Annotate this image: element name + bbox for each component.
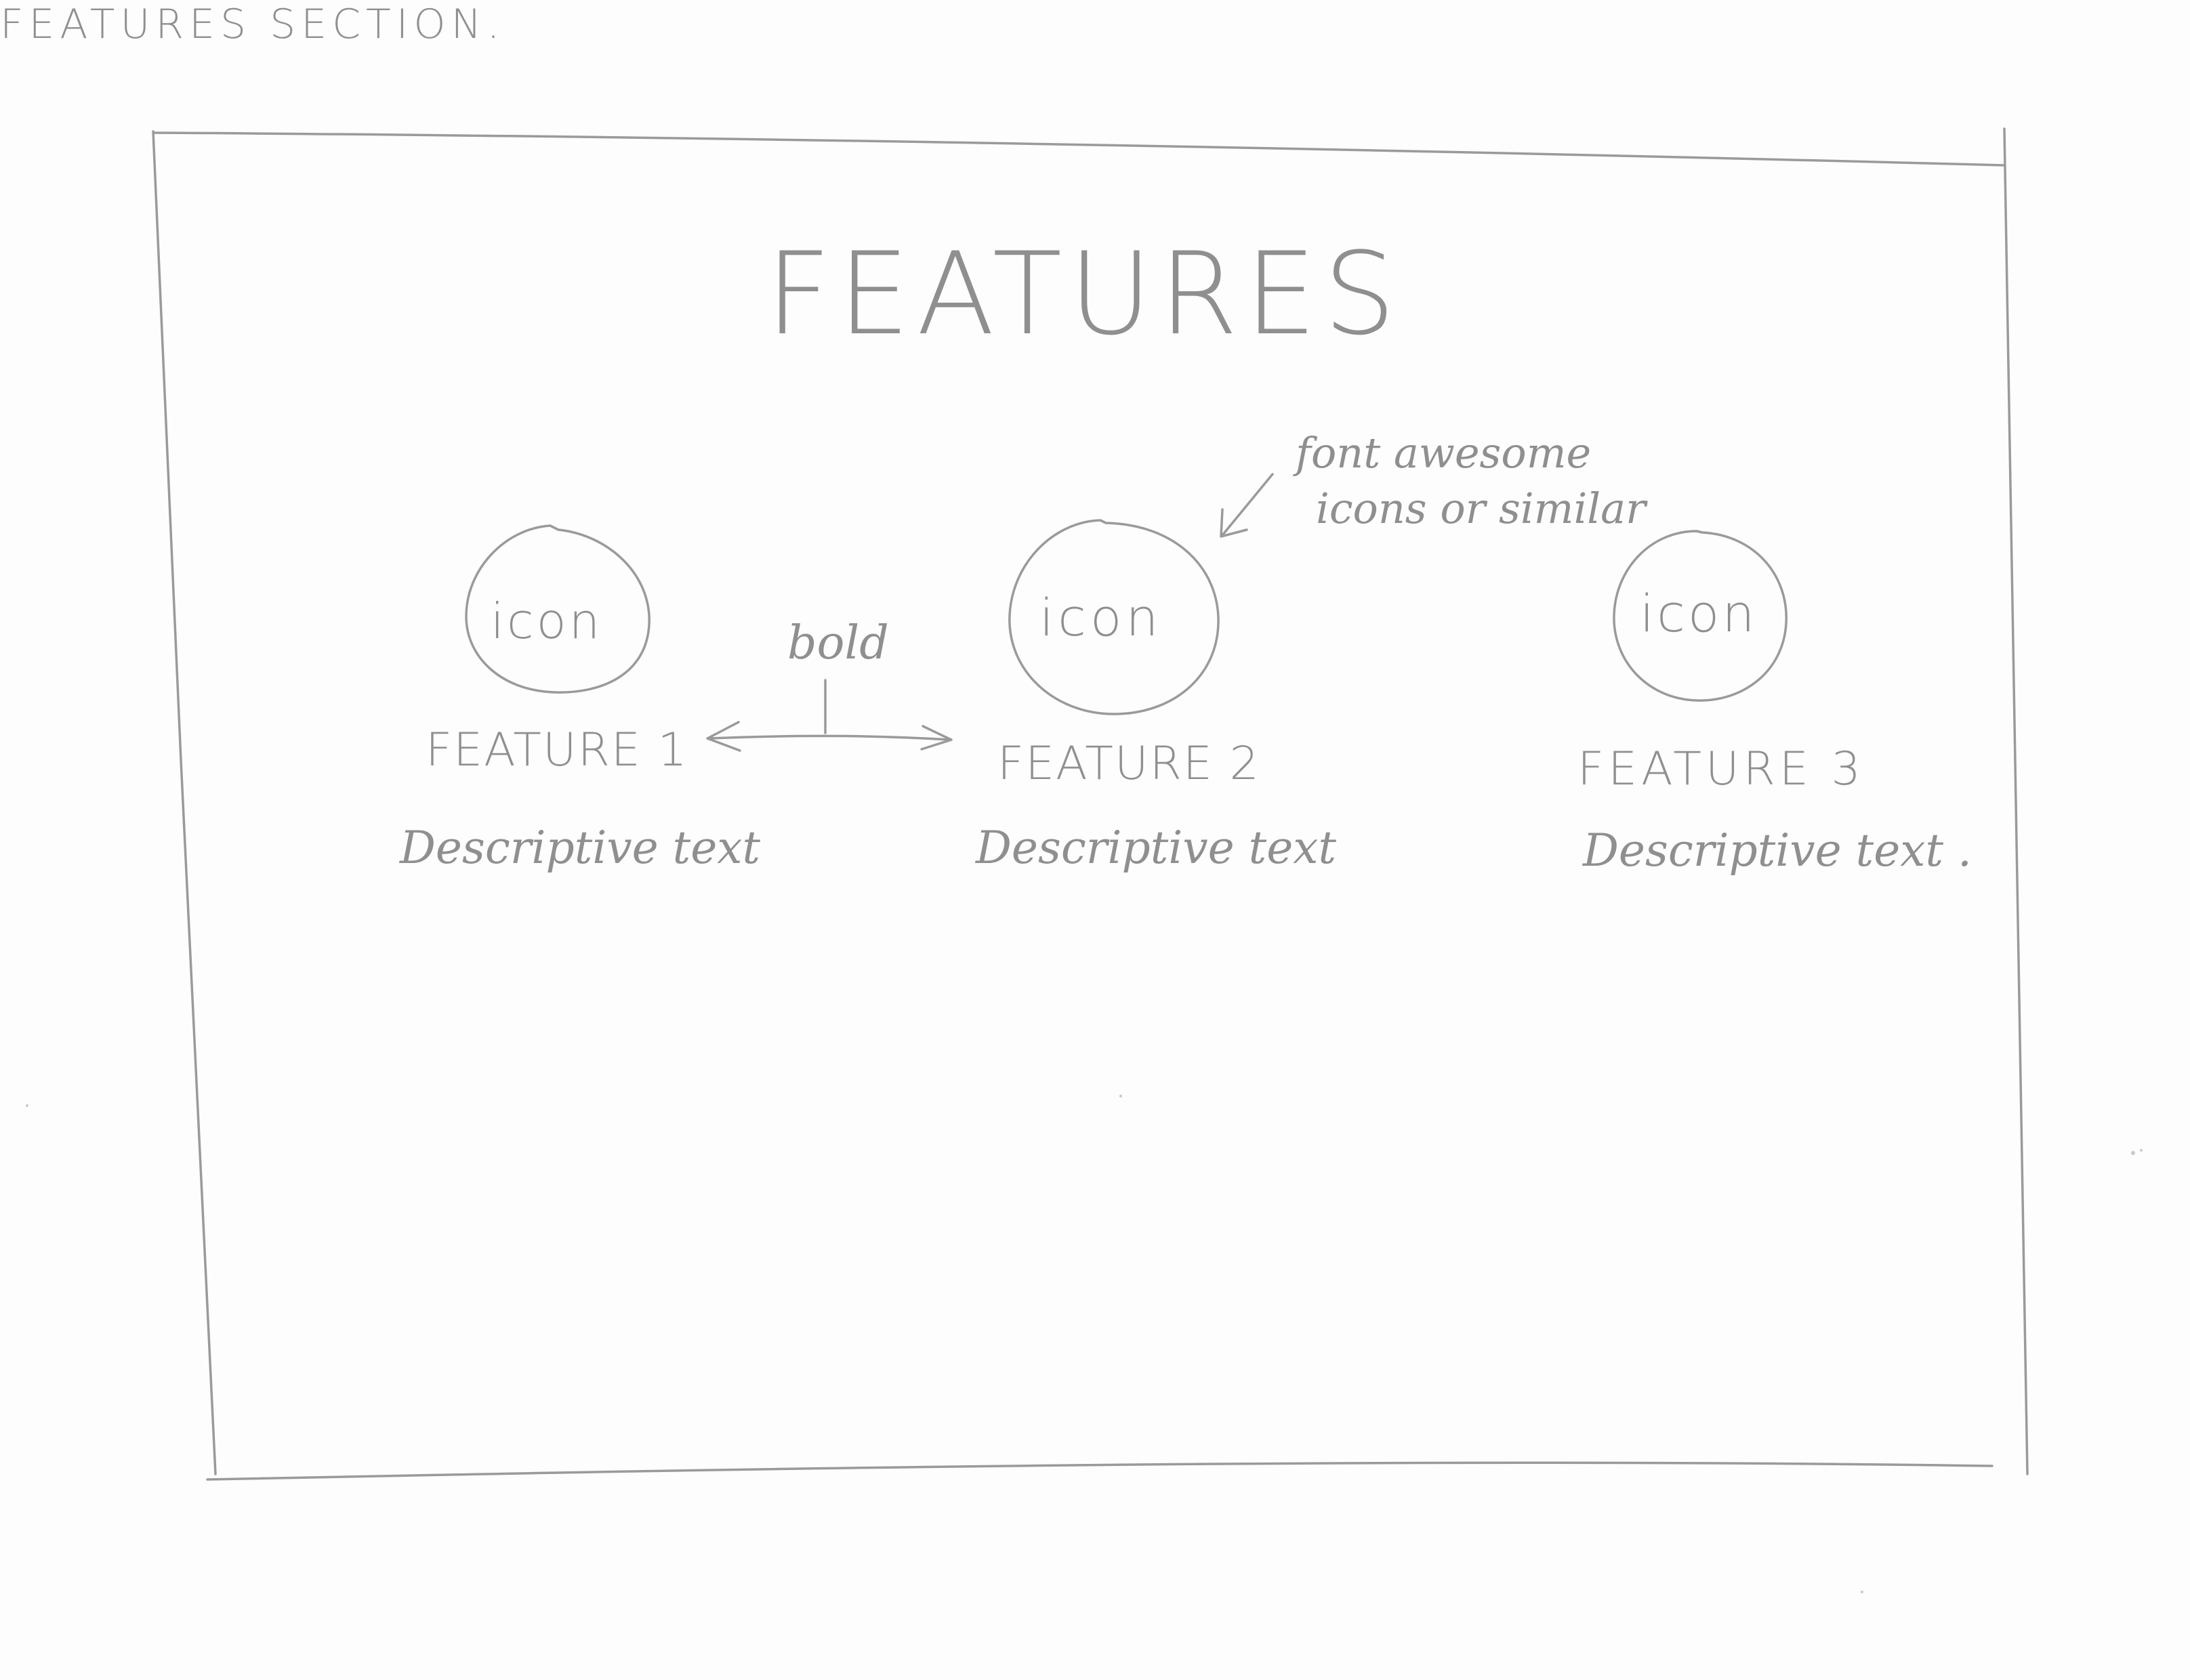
icon-note-line1: font awesome <box>1293 428 1591 478</box>
paper-specks <box>26 1095 2143 1593</box>
feature-3-description: Descriptive text . <box>1582 824 1972 877</box>
feature-2-title: FEATURE 2 <box>997 737 1260 791</box>
feature-3-icon-label: icon <box>1640 583 1758 644</box>
feature-2-icon-label: icon <box>1039 587 1163 648</box>
feature-1-icon-label: icon <box>491 593 602 650</box>
bold-annotation: bold <box>706 616 953 752</box>
bold-double-arrow <box>707 734 951 741</box>
bold-note: bold <box>787 616 889 670</box>
sheet-title: FEATURES SECTION. <box>0 1 505 48</box>
icon-note-line2: icons or similar <box>1316 484 1648 533</box>
feature-1-title: FEATURE 1 <box>426 723 688 777</box>
features-heading: FEATURES <box>766 228 1403 360</box>
icon-annotation: font awesome icons or similar <box>1220 428 1648 538</box>
feature-2: icon FEATURE 2 Descriptive text <box>975 519 1336 874</box>
feature-3: icon FEATURE 3 Descriptive text . <box>1577 530 1972 877</box>
feature-3-title: FEATURE 3 <box>1577 742 1865 796</box>
feature-1-description: Descriptive text <box>399 822 760 874</box>
feature-1: icon FEATURE 1 Descriptive text <box>399 524 760 874</box>
icon-note-arrow <box>1221 473 1274 537</box>
wireframe-sketch: FEATURES SECTION. FEATURES icon FEATURE … <box>0 1 2143 1593</box>
feature-2-description: Descriptive text <box>975 822 1336 874</box>
